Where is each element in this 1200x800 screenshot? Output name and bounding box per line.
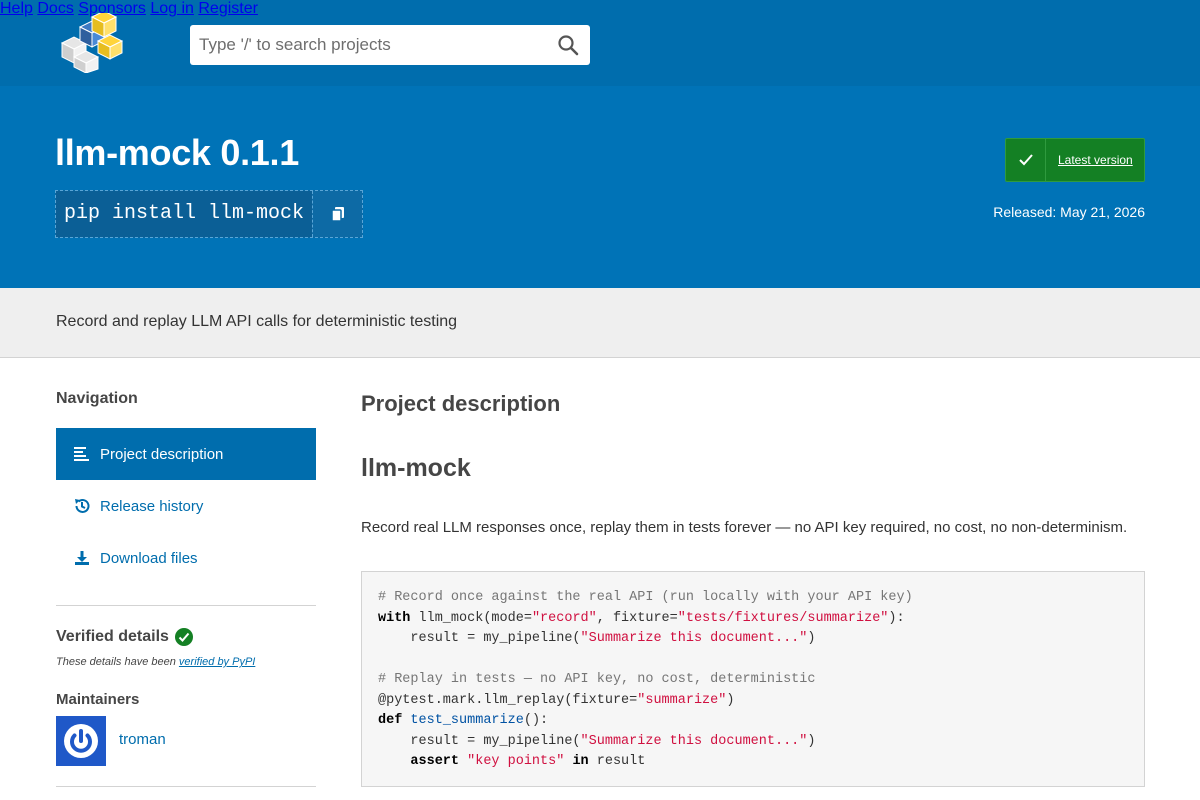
history-icon xyxy=(73,497,91,515)
package-header: llm-mock 0.1.1 pip install llm-mock Late… xyxy=(0,86,1200,288)
pypi-logo[interactable] xyxy=(54,13,124,73)
sidebar-divider xyxy=(56,605,316,606)
code-text: llm_mock(mode= xyxy=(410,610,532,626)
copy-button[interactable] xyxy=(312,191,363,237)
pip-install-box: pip install llm-mock xyxy=(55,190,364,238)
code-text: result = my_pipeline( xyxy=(378,733,581,749)
sidebar-item-download-files[interactable]: Download files xyxy=(56,532,316,584)
maintainer-link[interactable]: troman xyxy=(119,731,166,748)
search-input[interactable] xyxy=(190,26,540,64)
code-function-name: test_summarize xyxy=(410,713,524,728)
readme-intro: Record real LLM responses once, replay t… xyxy=(361,519,1128,536)
code-text: ): xyxy=(888,610,905,626)
power-icon xyxy=(64,724,98,758)
verified-note-text: These details have been xyxy=(56,656,179,668)
latest-version-label: Latest version xyxy=(1058,153,1133,167)
code-keyword: assert xyxy=(410,754,460,769)
sidebar-item-project-description[interactable]: Project description xyxy=(56,428,316,480)
code-string: "Summarize this document..." xyxy=(580,733,808,749)
code-string: "record" xyxy=(531,610,597,626)
search-box xyxy=(190,25,590,65)
sidebar-item-label: Project description xyxy=(100,445,224,463)
package-summary: Record and replay LLM API calls for dete… xyxy=(56,313,458,330)
code-text: result = my_pipeline( xyxy=(378,631,581,646)
code-keyword: def xyxy=(378,713,403,728)
sidebar-item-release-history[interactable]: Release history xyxy=(56,480,316,532)
verified-by-pypi-link[interactable]: verified by PyPI xyxy=(179,656,255,668)
code-text: ) xyxy=(726,692,735,708)
maintainers-heading: Maintainers xyxy=(56,691,140,708)
package-title: llm-mock 0.1.1 xyxy=(55,132,299,173)
code-comment: # Replay in tests — no API key, no cost,… xyxy=(378,672,816,687)
sidebar-item-label: Download files xyxy=(100,549,198,567)
project-description-heading: Project description xyxy=(361,391,561,416)
verified-check-icon xyxy=(174,628,193,646)
code-text: , fixture= xyxy=(596,610,678,626)
sidebar-item-label: Release history xyxy=(100,497,204,515)
code-text: ) xyxy=(807,631,816,646)
release-date: Released: May 21, 2026 xyxy=(993,204,1145,220)
verified-note: These details have been verified by PyPI xyxy=(56,656,255,668)
nav-help[interactable]: Help xyxy=(0,0,33,17)
code-string: "key points" xyxy=(467,754,565,769)
align-left-icon xyxy=(73,445,91,463)
code-keyword: with xyxy=(378,610,411,626)
code-text: @pytest.mark.llm_replay(fixture= xyxy=(378,692,638,708)
package-summary-band: Record and replay LLM API calls for dete… xyxy=(0,288,1200,358)
code-comment: # Record once against the real API (run … xyxy=(378,590,913,605)
code-string: "summarize" xyxy=(637,692,727,708)
code-block: # Record once against the real API (run … xyxy=(361,571,1145,787)
code-keyword: in xyxy=(572,754,589,769)
navigation-heading: Navigation xyxy=(56,390,138,407)
check-icon xyxy=(1006,139,1046,181)
pip-command[interactable]: pip install llm-mock xyxy=(56,191,313,237)
code-string: "Summarize this document..." xyxy=(580,631,808,646)
code-text: (): xyxy=(523,713,549,728)
verified-details-heading: Verified details xyxy=(56,628,193,646)
search-icon[interactable] xyxy=(557,34,579,56)
code-string: "tests/fixtures/summarize" xyxy=(677,610,889,626)
code-text: ) xyxy=(807,733,816,749)
copy-icon xyxy=(330,207,344,222)
avatar[interactable] xyxy=(56,716,106,766)
nav-login[interactable]: Log in xyxy=(150,0,194,17)
latest-version-button[interactable]: Latest version xyxy=(1005,138,1145,182)
verified-details-label: Verified details xyxy=(56,628,169,645)
readme-title: llm-mock xyxy=(361,454,471,482)
code-text: result xyxy=(588,754,646,769)
sidebar-divider xyxy=(56,786,316,787)
nav-register[interactable]: Register xyxy=(198,0,258,17)
download-icon xyxy=(73,549,91,567)
top-bar: Help Docs Sponsors Log in Register xyxy=(0,0,1200,86)
